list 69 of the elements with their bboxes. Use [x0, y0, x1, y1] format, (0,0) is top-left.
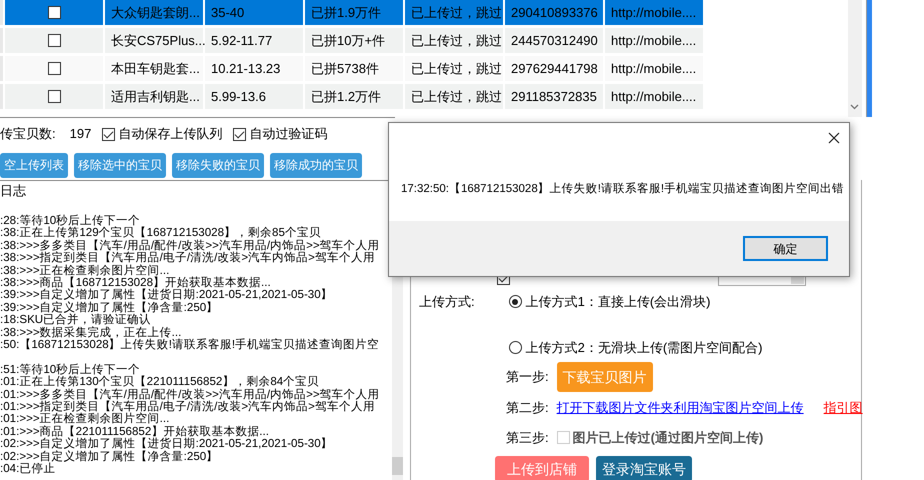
log-line: :39:>>>自定义增加了属性【进货日期:2021-05-21,2021-05-30】 [0, 288, 333, 302]
log-line: :28:等待10秒后上传下一个 [0, 214, 140, 227]
step-checkbox[interactable]: 图片已上传过(通过图片空间上传) [556, 428, 764, 447]
log-line: :51:等待10秒后上传下一个 [0, 362, 140, 376]
log-line: :04:已停止 [0, 462, 56, 476]
table-cell-text: 35-40 [211, 4, 244, 22]
log-line: :01:>>>正在检查剩余图片空间... [0, 412, 170, 426]
method-label: 上传方式: [419, 293, 475, 311]
log-line: :38:>>>数据采集完成，正在上传... [0, 326, 182, 339]
table-cell-text: 244570312490 [511, 32, 598, 50]
option-checkbox[interactable]: 自动保存上传队列 [102, 124, 222, 144]
table-cell-text: http://mobile.... [611, 32, 696, 50]
log-line: :02:>>>自定义增加了属性【进货日期:2021-05-21,2021-05-30】 [0, 437, 333, 450]
table-cell-text: 本田车钥匙套... [111, 60, 200, 78]
table-cell-text: 已拼1.9万件 [311, 4, 382, 22]
count-value: 197 [70, 125, 92, 144]
table-cell-text: 5.92-11.77 [211, 32, 272, 50]
row-checkbox[interactable] [48, 6, 60, 19]
log-line: :38:>>>多多类目【汽车/用品/配件/改装>>汽车用品/内饰品>>驾车个人用 [0, 238, 380, 252]
link[interactable]: 指引图 [824, 398, 863, 418]
dialog-message: 17:32:50:【168712153028】上传失败!请联系客服!手机端宝贝描述查询图片空间出错 [401, 181, 844, 197]
table-row[interactable]: 适用吉利钥匙... 5.99-13.6 已拼1.2万件 已上传过，跳过 291185372835 http://mobile.... [0, 84, 848, 112]
table-cell-text: 长安CS75Plus... [111, 32, 206, 50]
table-cell-text: 大众钥匙套朗... [111, 4, 200, 22]
close-icon[interactable] [828, 132, 840, 144]
log-line: :38:正在上传第129个宝贝【168712153028】，剩余85个宝贝 [0, 226, 321, 240]
table-cell-text: 已上传过，跳过 [411, 60, 502, 78]
radio-option[interactable]: 上传方式2：无滑块上传(需图片空间配合) [508, 338, 763, 357]
log-line: :39:>>>自定义增加了属性【净含量:250】 [0, 300, 218, 314]
table-cell-text: 5.99-13.6 [211, 88, 266, 106]
ok-button[interactable]: 确定 [743, 236, 828, 261]
table-cell-text: 290410893376 [511, 4, 598, 22]
table-cell-text: 已拼10万+件 [311, 32, 386, 50]
scroll-thumb[interactable] [392, 457, 403, 475]
row-checkbox[interactable] [48, 62, 60, 75]
log-line: :38:>>>指定到类目【汽车用品/电子/清洗/改装>汽车内饰品>驾车个人用 [0, 251, 375, 264]
table-cell-text: http://mobile.... [611, 60, 696, 78]
step-label: 第一步: [506, 368, 549, 386]
log-line: :02:>>>自定义增加了属性【净含量:250】 [0, 450, 218, 463]
table-cell-text: 已上传过，跳过 [411, 32, 502, 50]
table-cell-text: http://mobile.... [611, 4, 696, 22]
table-cell-text: 10.21-13.23 [211, 60, 280, 78]
action-button[interactable]: 登录淘宝账号 [596, 456, 692, 480]
link[interactable]: 打开下载图片文件夹利用淘宝图片空间上传 [556, 398, 804, 418]
step-label: 第二步: [506, 399, 549, 417]
log-line: :01:>>>指定到类目【汽车用品/电子/清洗/改装>汽车内饰品>驾车个人用 [0, 400, 375, 414]
log-line: :01:正在上传第130个宝贝【221011156852】，剩余84个宝贝 [0, 375, 320, 388]
radio-option[interactable]: 上传方式1：直接上传(会出滑块) [508, 292, 763, 312]
option-checkbox[interactable]: 自动过验证码 [233, 124, 328, 144]
log-line: :18:SKU已合并，请验证确认 [0, 313, 152, 326]
count-label: 传宝贝数: [0, 125, 56, 144]
table-cell-text: 已上传过，跳过 [411, 88, 502, 106]
log-line: :38:>>>商品【168712153028】开始获取基本数据... [0, 276, 271, 290]
table-cell-text: 291185372835 [511, 88, 597, 106]
scroll-down-icon[interactable] [850, 104, 859, 110]
scrollbar[interactable] [848, 0, 862, 117]
table-cell-text: 已拼5738件 [311, 60, 379, 78]
table-cell-text: 适用吉利钥匙... [111, 88, 200, 106]
row-checkbox[interactable] [48, 90, 60, 103]
table-cell-text: 已拼1.2万件 [311, 88, 382, 106]
log-line: :01:>>>多多类目【汽车/用品/配件/改装>>汽车用品/内饰品>>驾车个人用 [0, 388, 380, 401]
log-line: :01:>>>商品【221011156852】开始获取基本数据... [0, 424, 269, 438]
log-line: :38:>>>正在检查剩余图片空间... [0, 264, 170, 277]
table-cell-text: 已上传过，跳过 [411, 4, 502, 22]
row-checkbox[interactable] [48, 34, 60, 47]
step-label: 第三步: [506, 428, 549, 446]
table-cell-text: 297629441798 [511, 60, 598, 78]
log-line: :50:【168712153028】上传失败!请联系客服!手机端宝贝描述查询图片空 [0, 338, 380, 352]
table-cell-text: http://mobile.... [611, 88, 696, 106]
